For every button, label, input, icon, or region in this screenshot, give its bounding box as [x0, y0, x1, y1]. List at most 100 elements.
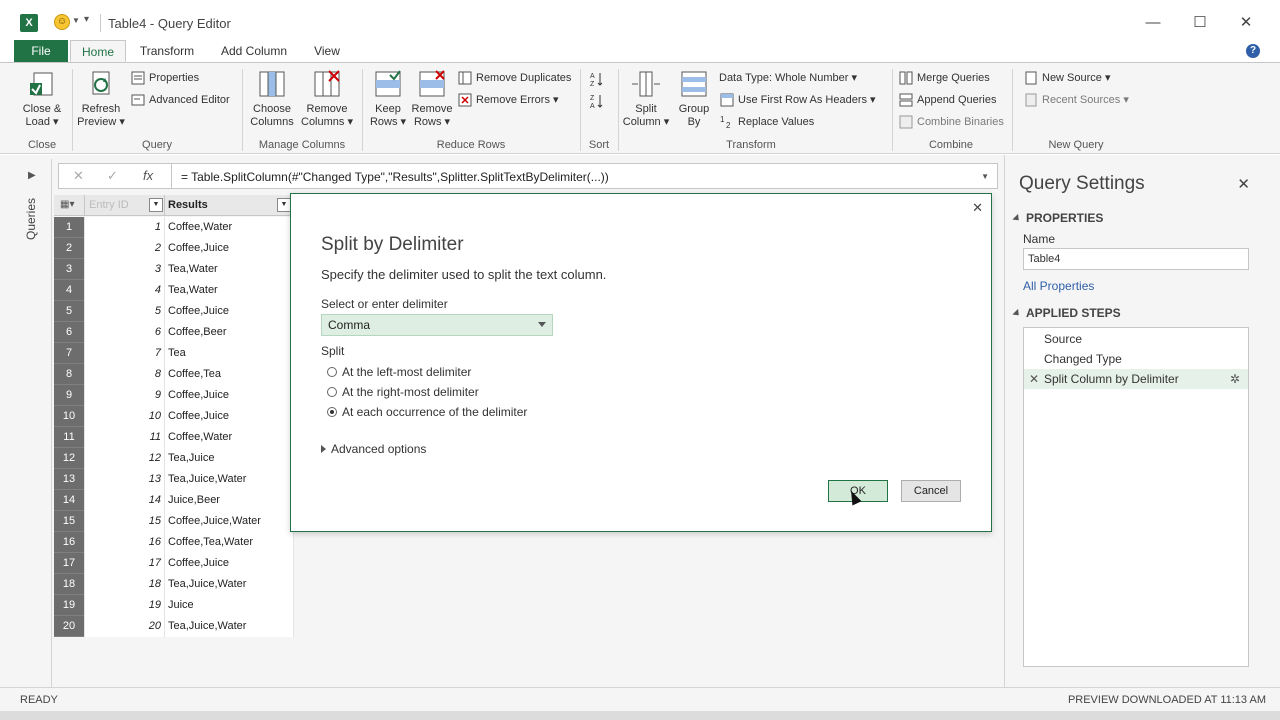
combine-binaries-button[interactable]: Combine Binaries [899, 113, 1004, 131]
choose-columns-button[interactable]: Choose Columns [246, 69, 298, 129]
properties-section-toggle[interactable]: PROPERTIES [1012, 211, 1103, 225]
help-icon[interactable]: ? [1246, 44, 1260, 58]
cell-entry-id[interactable]: 1 [84, 217, 164, 238]
row-number[interactable]: 16 [54, 532, 84, 553]
close-load-button[interactable]: Close & Load ▾ [14, 69, 70, 129]
column-header-results[interactable]: Results ▼ [164, 195, 294, 216]
table-row[interactable]: 20 20 Tea,Juice,Water [54, 616, 294, 637]
smiley-feedback-icon[interactable]: ☺ [54, 14, 70, 30]
cell-results[interactable]: Tea,Water [164, 280, 294, 301]
row-number[interactable]: 10 [54, 406, 84, 427]
cell-entry-id[interactable]: 12 [84, 448, 164, 469]
fx-icon[interactable]: fx [143, 168, 153, 183]
properties-button[interactable]: Properties [131, 69, 199, 87]
table-row[interactable]: 10 10 Coffee,Juice [54, 406, 294, 427]
append-queries-button[interactable]: Append Queries [899, 91, 997, 109]
table-row[interactable]: 16 16 Coffee,Tea,Water [54, 532, 294, 553]
radio-button[interactable] [327, 367, 337, 377]
radio-left-most[interactable]: At the left-most delimiter [327, 365, 471, 379]
row-number[interactable]: 14 [54, 490, 84, 511]
cell-entry-id[interactable]: 17 [84, 553, 164, 574]
cell-results[interactable]: Coffee,Juice [164, 385, 294, 406]
row-number[interactable]: 20 [54, 616, 84, 637]
cell-entry-id[interactable]: 20 [84, 616, 164, 637]
table-row[interactable]: 6 6 Coffee,Beer [54, 322, 294, 343]
minimize-button[interactable]: — [1138, 10, 1168, 36]
cell-entry-id[interactable]: 11 [84, 427, 164, 448]
cell-results[interactable]: Coffee,Tea,Water [164, 532, 294, 553]
row-number[interactable]: 19 [54, 595, 84, 616]
remove-columns-button[interactable]: Remove Columns ▾ [298, 69, 356, 129]
formula-cancel-icon[interactable]: ✕ [73, 168, 84, 184]
all-properties-link[interactable]: All Properties [1023, 279, 1094, 293]
row-number[interactable]: 5 [54, 301, 84, 322]
cell-results[interactable]: Tea,Juice,Water [164, 616, 294, 637]
cell-entry-id[interactable]: 10 [84, 406, 164, 427]
split-column-button[interactable]: Split Column ▾ [620, 69, 672, 129]
cell-results[interactable]: Tea,Juice,Water [164, 469, 294, 490]
cell-results[interactable]: Tea [164, 343, 294, 364]
row-number[interactable]: 13 [54, 469, 84, 490]
keep-rows-button[interactable]: Keep Rows ▾ [366, 69, 410, 129]
cell-entry-id[interactable]: 19 [84, 595, 164, 616]
table-row[interactable]: 8 8 Coffee,Tea [54, 364, 294, 385]
quick-access-customize-icon[interactable]: ▾ [84, 14, 89, 25]
new-source-dropdown[interactable]: New Source ▾ [1024, 69, 1111, 87]
group-by-button[interactable]: Group By [674, 69, 714, 129]
row-number[interactable]: 2 [54, 238, 84, 259]
tab-home[interactable]: Home [70, 40, 126, 62]
table-row[interactable]: 14 14 Juice,Beer [54, 490, 294, 511]
row-number[interactable]: 1 [54, 217, 84, 238]
radio-button-checked[interactable] [327, 407, 337, 417]
sort-ascending-button[interactable]: AZ [590, 69, 608, 88]
table-row[interactable]: 15 15 Coffee,Juice,Water [54, 511, 294, 532]
query-settings-close-icon[interactable]: ✕ [1237, 175, 1250, 193]
cell-entry-id[interactable]: 2 [84, 238, 164, 259]
table-row[interactable]: 1 1 Coffee,Water [54, 217, 294, 238]
cell-entry-id[interactable]: 3 [84, 259, 164, 280]
cell-entry-id[interactable]: 5 [84, 301, 164, 322]
radio-each-occurrence[interactable]: At each occurrence of the delimiter [327, 405, 527, 419]
table-row[interactable]: 12 12 Tea,Juice [54, 448, 294, 469]
row-number[interactable]: 4 [54, 280, 84, 301]
cell-entry-id[interactable]: 7 [84, 343, 164, 364]
gear-icon[interactable]: ✲ [1230, 369, 1240, 389]
cell-results[interactable]: Coffee,Juice [164, 301, 294, 322]
use-first-row-button[interactable]: Use First Row As Headers ▾ [720, 91, 876, 109]
remove-errors-button[interactable]: Remove Errors ▾ [458, 91, 559, 109]
row-number[interactable]: 12 [54, 448, 84, 469]
step-source[interactable]: Source [1024, 329, 1248, 349]
cell-results[interactable]: Coffee,Juice [164, 406, 294, 427]
cell-results[interactable]: Juice,Beer [164, 490, 294, 511]
table-row[interactable]: 3 3 Tea,Water [54, 259, 294, 280]
row-number[interactable]: 9 [54, 385, 84, 406]
table-row[interactable]: 11 11 Coffee,Water [54, 427, 294, 448]
cell-entry-id[interactable]: 13 [84, 469, 164, 490]
expand-queries-icon[interactable]: ▶ [28, 170, 36, 181]
cell-entry-id[interactable]: 6 [84, 322, 164, 343]
tab-file[interactable]: File [14, 40, 68, 62]
cell-entry-id[interactable]: 18 [84, 574, 164, 595]
table-row[interactable]: 5 5 Coffee,Juice [54, 301, 294, 322]
smiley-dropdown-icon[interactable]: ▼ [72, 16, 80, 25]
formula-confirm-icon[interactable]: ✓ [107, 168, 118, 184]
merge-queries-button[interactable]: Merge Queries [899, 69, 990, 87]
row-number[interactable]: 3 [54, 259, 84, 280]
advanced-options-toggle[interactable]: Advanced options [321, 442, 426, 456]
delimiter-select[interactable]: Comma [321, 314, 553, 336]
table-row[interactable]: 17 17 Coffee,Juice [54, 553, 294, 574]
cell-results[interactable]: Coffee,Water [164, 427, 294, 448]
recent-sources-dropdown[interactable]: Recent Sources ▾ [1024, 91, 1129, 109]
remove-duplicates-button[interactable]: Remove Duplicates [458, 69, 571, 87]
cell-results[interactable]: Tea,Juice [164, 448, 294, 469]
cell-entry-id[interactable]: 9 [84, 385, 164, 406]
cell-entry-id[interactable]: 15 [84, 511, 164, 532]
row-number[interactable]: 15 [54, 511, 84, 532]
formula-input[interactable]: = Table.SplitColumn(#"Changed Type","Res… [181, 170, 609, 184]
cell-entry-id[interactable]: 8 [84, 364, 164, 385]
close-window-button[interactable]: ✕ [1231, 10, 1261, 36]
cell-results[interactable]: Coffee,Tea [164, 364, 294, 385]
cancel-button[interactable]: Cancel [901, 480, 961, 502]
table-row[interactable]: 9 9 Coffee,Juice [54, 385, 294, 406]
tab-view[interactable]: View [306, 40, 348, 62]
